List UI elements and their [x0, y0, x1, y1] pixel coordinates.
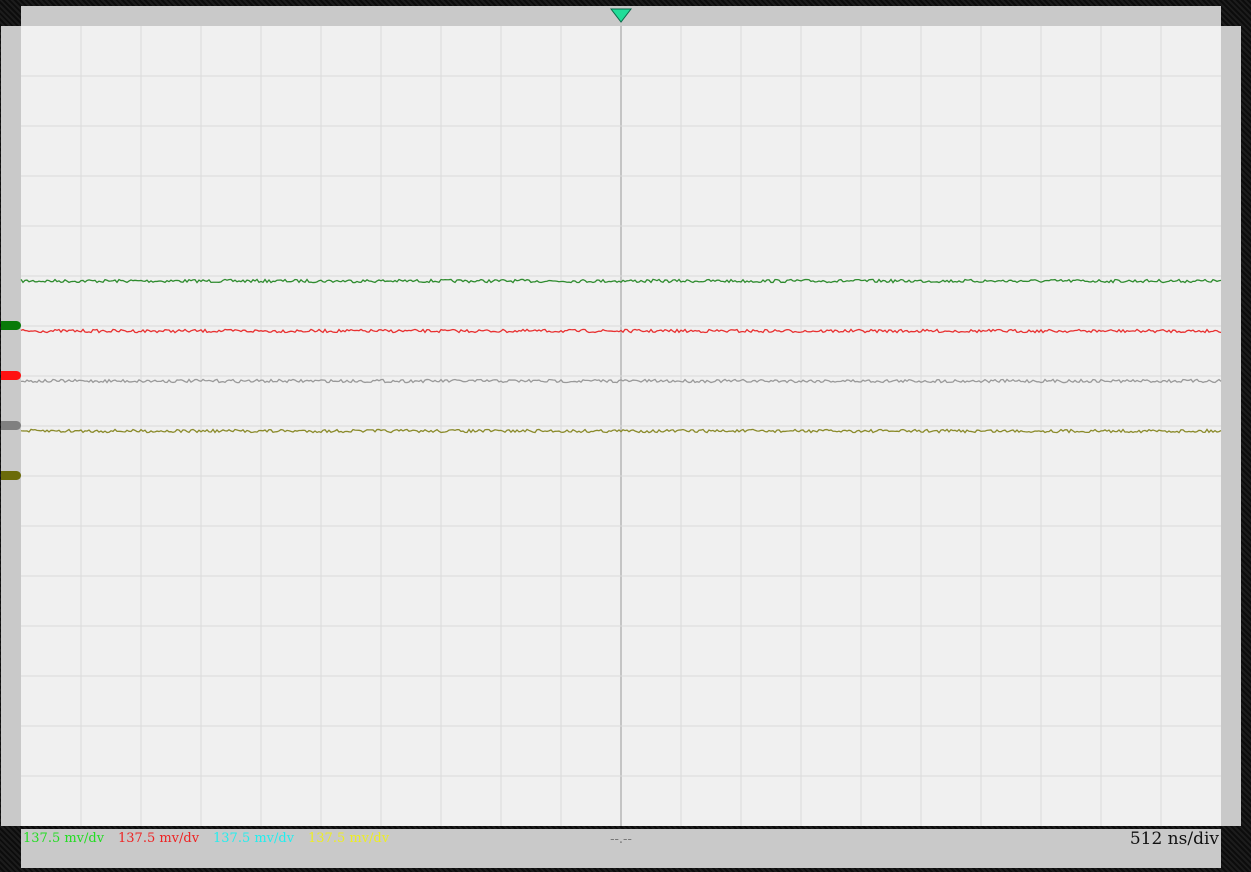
timebase-readout: 512 ns/div: [1129, 829, 1219, 849]
graticule: [21, 26, 1221, 826]
ch3-scale-label: 137.5 mv/dv: [213, 831, 295, 846]
ch1-scale-label: 137.5 mv/dv: [23, 831, 105, 846]
ch4-scale-label: 137.5 mv/dv: [308, 831, 390, 846]
oscilloscope-display: 137.5 mv/dv 137.5 mv/dv 137.5 mv/dv 137.…: [0, 0, 1251, 872]
ch2-scale-label: 137.5 mv/dv: [118, 831, 200, 846]
trigger-time-readout: --.--: [610, 832, 632, 847]
trigger-position-icon[interactable]: [609, 8, 633, 23]
waveform-canvas: [20, 8, 1222, 826]
